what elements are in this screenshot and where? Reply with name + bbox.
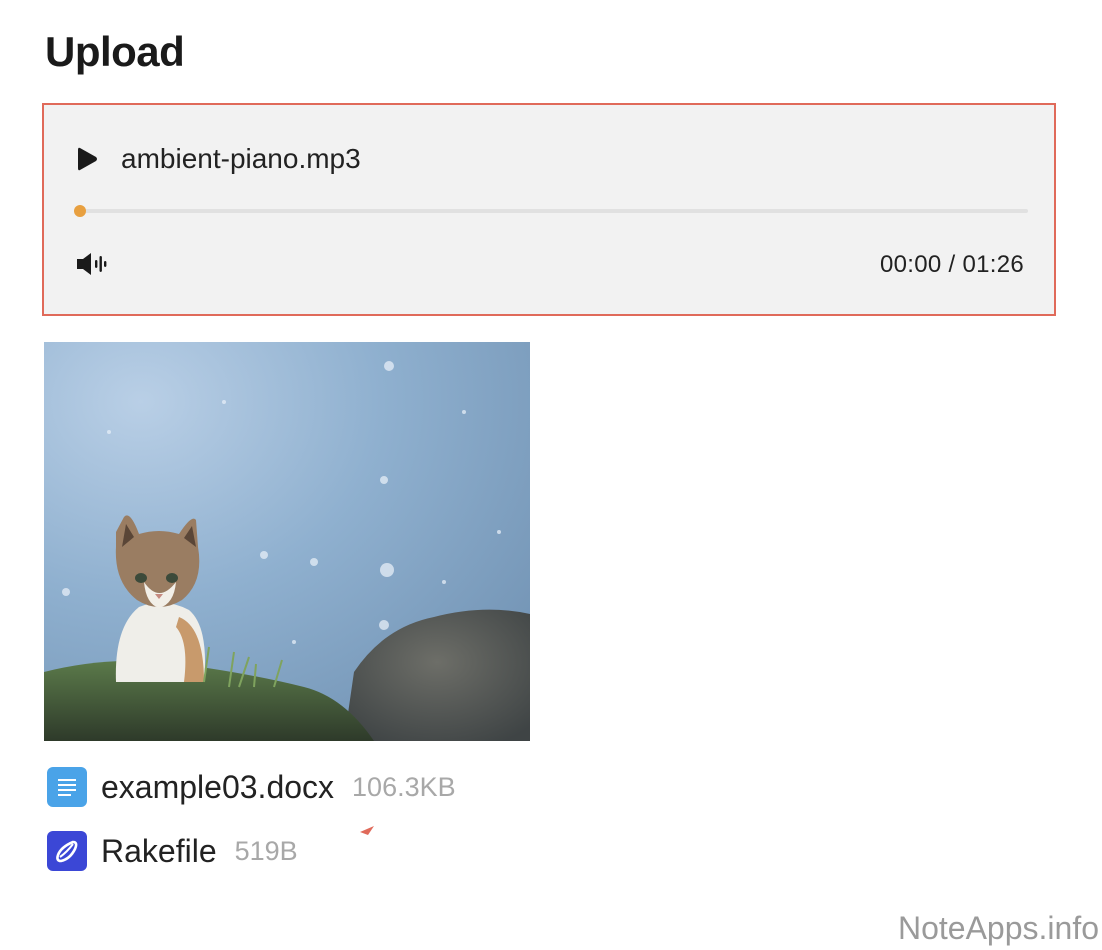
audio-player: ambient-piano.mp3 00:00 / 01:26 — [42, 103, 1056, 316]
page-title: Upload — [45, 28, 185, 75]
document-icon — [47, 767, 87, 807]
attachment-size: 519B — [234, 835, 298, 866]
rake-file-icon — [47, 831, 87, 871]
progress-bar[interactable] — [74, 205, 1028, 217]
upload-page: Upload ambient-piano.mp3 00:00 / 01:26 e… — [0, 0, 1102, 950]
attachment-name: Rakefile — [101, 832, 217, 869]
time-display: 00:00 / 01:26 — [880, 251, 1024, 279]
play-icon — [78, 147, 97, 171]
volume-icon — [77, 253, 107, 275]
volume-button[interactable] — [76, 251, 110, 277]
cat-photo — [44, 342, 530, 741]
current-time: 00:00 — [879, 251, 942, 278]
track-name: ambient-piano.mp3 — [121, 143, 361, 174]
progress-handle[interactable] — [74, 205, 86, 217]
attachment-size: 106.3KB — [352, 771, 456, 802]
play-button[interactable] — [76, 145, 100, 173]
attachment-name: example03.docx — [101, 768, 335, 805]
attachment-item[interactable]: example03.docx 106.3KB — [47, 767, 456, 807]
time-separator: / — [941, 251, 963, 278]
image-thumbnail[interactable] — [44, 342, 530, 741]
watermark: NoteApps.info — [897, 910, 1099, 946]
duration: 01:26 — [962, 251, 1024, 278]
attachment-item[interactable]: Rakefile 519B — [47, 831, 298, 871]
cursor-pointer-icon — [360, 826, 374, 835]
